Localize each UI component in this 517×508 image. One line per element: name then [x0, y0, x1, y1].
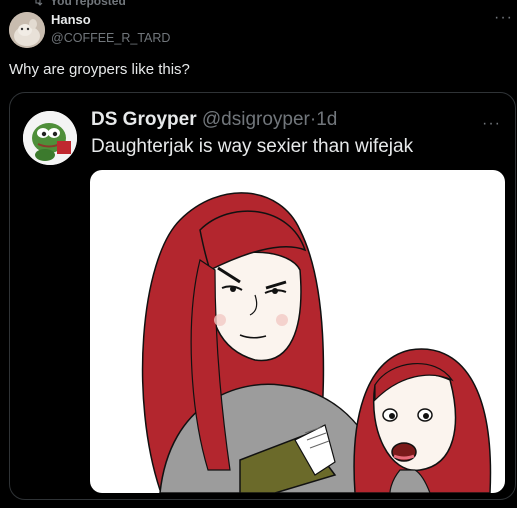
author-handle[interactable]: @COFFEE_R_TARD	[51, 30, 170, 46]
meme-illustration	[141, 192, 492, 493]
quoted-text: Daughterjak is way sexier than wifejak	[91, 136, 414, 157]
author-block: Hanso @COFFEE_R_TARD	[51, 12, 170, 46]
repost-indicator: You reposted	[32, 0, 126, 8]
quoted-more-icon[interactable]: ···	[482, 115, 501, 133]
quoted-time[interactable]: 1d	[316, 109, 337, 130]
avatar-image	[9, 12, 45, 48]
quoted-name[interactable]: DS Groyper	[91, 109, 197, 130]
quoted-avatar[interactable]	[23, 111, 77, 165]
post-text: Why are groypers like this?	[9, 61, 190, 78]
author-name[interactable]: Hanso	[51, 12, 170, 28]
quoted-header: DS Groyper @dsigroyper·1d	[91, 109, 337, 131]
quoted-handle[interactable]: @dsigroyper	[202, 109, 310, 130]
meme-image[interactable]	[90, 170, 505, 493]
more-icon[interactable]: ···	[494, 10, 513, 26]
quoted-post[interactable]: DS Groyper @dsigroyper·1d ··· Daughterja…	[9, 92, 516, 500]
repost-label: You reposted	[50, 0, 126, 8]
pepe-avatar	[23, 111, 77, 165]
repost-icon	[35, 0, 43, 6]
author-avatar[interactable]	[9, 12, 45, 48]
